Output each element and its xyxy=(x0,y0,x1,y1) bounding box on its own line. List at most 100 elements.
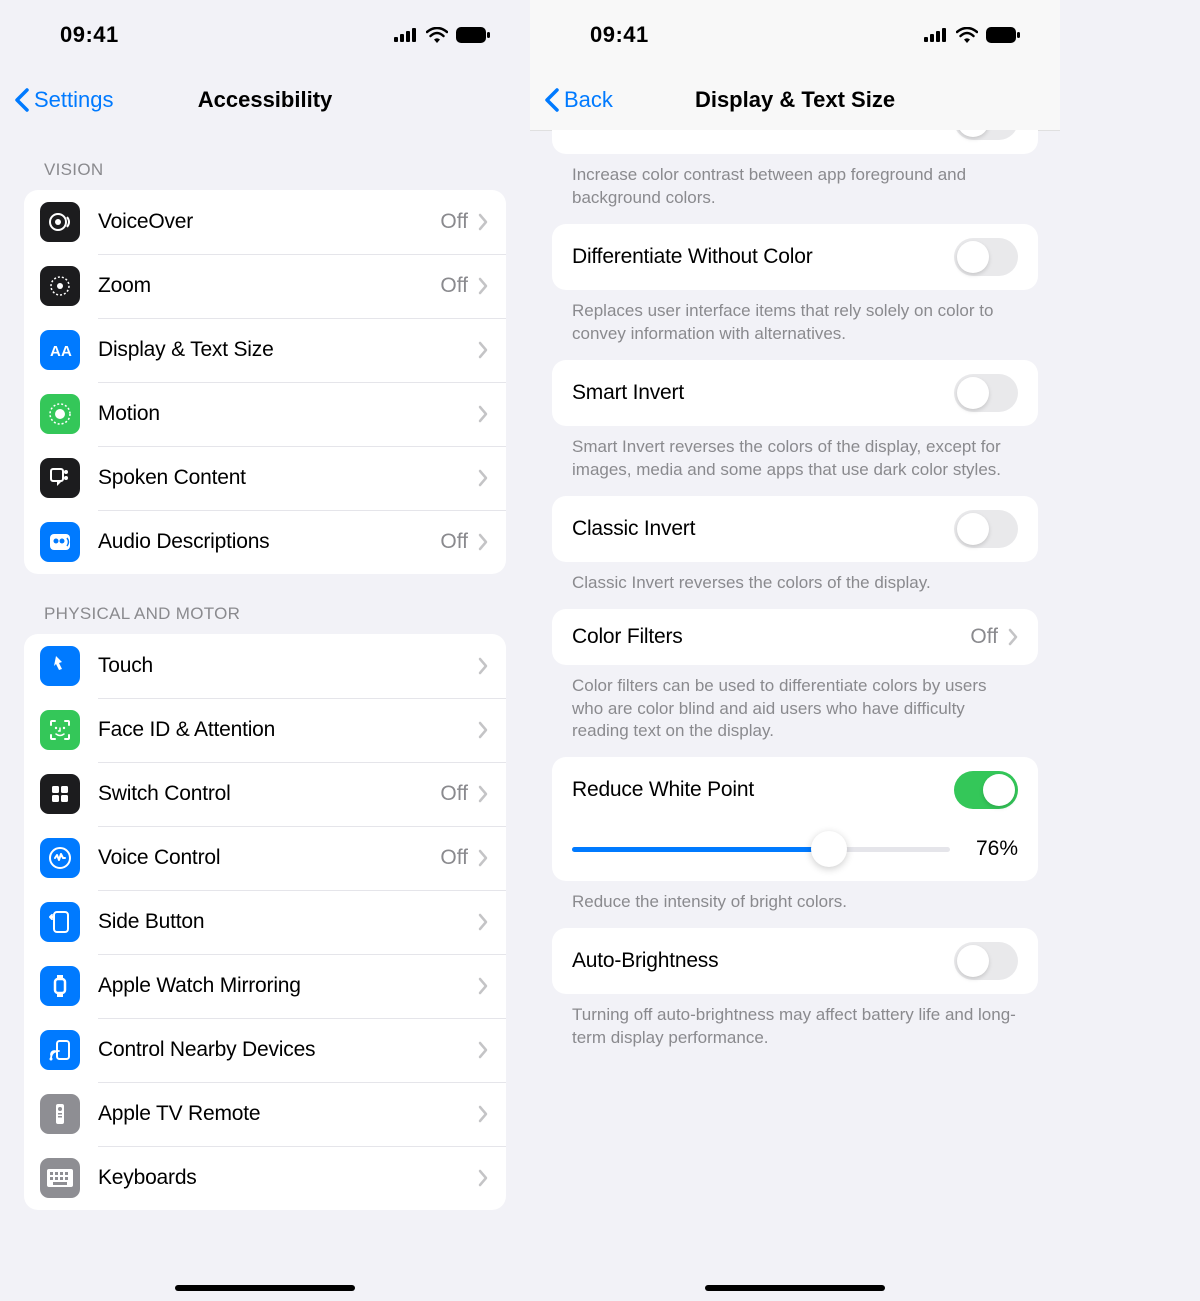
status-icons xyxy=(394,27,490,43)
row-value: Off xyxy=(440,274,468,298)
back-button[interactable]: Back xyxy=(544,87,613,113)
chevron-right-icon xyxy=(478,657,488,675)
auto-brightness-toggle[interactable] xyxy=(954,942,1018,980)
row-control-nearby-devices[interactable]: Control Nearby Devices xyxy=(24,1018,506,1082)
row-audio-descriptions[interactable]: Audio DescriptionsOff xyxy=(24,510,506,574)
row-apple-watch-mirroring[interactable]: Apple Watch Mirroring xyxy=(24,954,506,1018)
nearby-icon xyxy=(40,1030,80,1070)
group-classic-invert: Classic Invert xyxy=(552,496,1038,562)
page-title: Display & Text Size xyxy=(695,87,895,113)
svg-text:A: A xyxy=(50,343,61,360)
chevron-right-icon xyxy=(478,533,488,551)
row-spoken-content[interactable]: Spoken Content xyxy=(24,446,506,510)
classic-invert-footer: Classic Invert reverses the colors of th… xyxy=(530,562,1060,595)
chevron-right-icon xyxy=(478,469,488,487)
row-label: Zoom xyxy=(98,274,440,298)
chevron-left-icon xyxy=(14,88,30,112)
row-reduce-white-point[interactable]: Reduce White Point xyxy=(552,757,1038,823)
switch-icon xyxy=(40,774,80,814)
reduce-white-point-slider-row: 76% xyxy=(552,823,1038,881)
group-auto-brightness: Auto-Brightness xyxy=(552,928,1038,994)
smart-invert-toggle[interactable] xyxy=(954,374,1018,412)
home-indicator[interactable] xyxy=(175,1285,355,1291)
row-auto-brightness[interactable]: Auto-Brightness xyxy=(552,928,1038,994)
row-label: Smart Invert xyxy=(572,381,954,405)
status-time: 09:41 xyxy=(60,22,119,48)
row-zoom[interactable]: ZoomOff xyxy=(24,254,506,318)
back-label: Settings xyxy=(34,87,114,113)
row-touch[interactable]: Touch xyxy=(24,634,506,698)
svg-text:A: A xyxy=(61,343,72,360)
chevron-left-icon xyxy=(544,88,560,112)
row-side-button[interactable]: Side Button xyxy=(24,890,506,954)
smart-invert-footer: Smart Invert reverses the colors of the … xyxy=(530,426,1060,482)
row-label: Touch xyxy=(98,654,478,678)
row-label: Differentiate Without Color xyxy=(572,245,954,269)
row-differentiate-without-color[interactable]: Differentiate Without Color xyxy=(552,224,1038,290)
row-label: VoiceOver xyxy=(98,210,440,234)
reduce-white-point-toggle[interactable] xyxy=(954,771,1018,809)
sidebtn-icon xyxy=(40,902,80,942)
cellular-icon xyxy=(394,28,418,42)
voiceover-icon xyxy=(40,202,80,242)
nav-bar: Back Display & Text Size xyxy=(530,70,1060,130)
chevron-right-icon xyxy=(478,977,488,995)
row-label: Display & Text Size xyxy=(98,338,478,362)
classic-invert-toggle[interactable] xyxy=(954,510,1018,548)
row-label: Control Nearby Devices xyxy=(98,1038,478,1062)
row-smart-invert[interactable]: Smart Invert xyxy=(552,360,1038,426)
group-reduce-white-point: Reduce White Point 76% xyxy=(552,757,1038,881)
zoom-icon xyxy=(40,266,80,306)
physical-motor-list: Touch Face ID & AttentionSwitch ControlOf… xyxy=(24,634,506,1210)
touch-icon xyxy=(40,646,80,686)
row-color-filters[interactable]: Color FiltersOff xyxy=(552,609,1038,665)
nav-bar: Settings Accessibility xyxy=(0,70,530,130)
back-button[interactable]: Settings xyxy=(14,87,114,113)
row-label: Keyboards xyxy=(98,1166,478,1190)
home-indicator[interactable] xyxy=(705,1285,885,1291)
row-classic-invert[interactable]: Classic Invert xyxy=(552,496,1038,562)
row-label: Increase Contrast xyxy=(572,130,954,135)
status-time: 09:41 xyxy=(590,22,649,48)
row-label: Apple Watch Mirroring xyxy=(98,974,478,998)
row-face-id-attention[interactable]: Face ID & Attention xyxy=(24,698,506,762)
reduce-white-point-slider[interactable] xyxy=(572,847,950,852)
chevron-right-icon xyxy=(478,1105,488,1123)
row-voiceover[interactable]: VoiceOverOff xyxy=(24,190,506,254)
chevron-right-icon xyxy=(478,785,488,803)
row-apple-tv-remote[interactable]: Apple TV Remote xyxy=(24,1082,506,1146)
battery-icon xyxy=(986,27,1020,43)
slider-value: 76% xyxy=(968,837,1018,861)
display-text-size-screen: 09:41 Back Display & Text Size Increase … xyxy=(530,0,1060,1301)
wifi-icon xyxy=(426,27,448,43)
section-header-vision: Vision xyxy=(0,130,530,190)
increase-contrast-row[interactable]: Increase Contrast xyxy=(552,130,1038,154)
textsize-icon: AA xyxy=(40,330,80,370)
chevron-right-icon xyxy=(478,341,488,359)
status-icons xyxy=(924,27,1020,43)
row-label: Switch Control xyxy=(98,782,440,806)
row-label: Apple TV Remote xyxy=(98,1102,478,1126)
increase-contrast-toggle[interactable] xyxy=(954,130,1018,140)
row-motion[interactable]: Motion xyxy=(24,382,506,446)
row-label: Spoken Content xyxy=(98,466,478,490)
row-label: Side Button xyxy=(98,910,478,934)
status-bar: 09:41 xyxy=(530,0,1060,70)
row-voice-control[interactable]: Voice ControlOff xyxy=(24,826,506,890)
group-color-filters: Color FiltersOff xyxy=(552,609,1038,665)
row-switch-control[interactable]: Switch ControlOff xyxy=(24,762,506,826)
chevron-right-icon xyxy=(478,405,488,423)
battery-icon xyxy=(456,27,490,43)
scroll-content[interactable]: Increase Contrast Increase color contras… xyxy=(530,130,1060,1301)
differentiate-without-color-footer: Replaces user interface items that rely … xyxy=(530,290,1060,346)
row-display-text-size[interactable]: AA Display & Text Size xyxy=(24,318,506,382)
row-keyboards[interactable]: Keyboards xyxy=(24,1146,506,1210)
row-label: Motion xyxy=(98,402,478,426)
group-smart-invert: Smart Invert xyxy=(552,360,1038,426)
chevron-right-icon xyxy=(478,1041,488,1059)
differentiate-without-color-toggle[interactable] xyxy=(954,238,1018,276)
chevron-right-icon xyxy=(478,721,488,739)
chevron-right-icon xyxy=(478,213,488,231)
increase-contrast-footer: Increase color contrast between app fore… xyxy=(530,154,1060,210)
row-label: Audio Descriptions xyxy=(98,530,440,554)
